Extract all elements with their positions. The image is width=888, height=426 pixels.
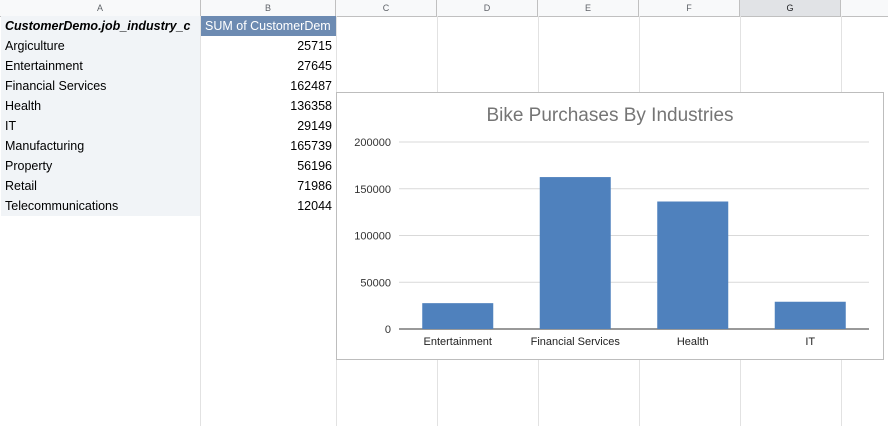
pivot-row-label[interactable]: Manufacturing [1, 136, 200, 156]
pivot-row-value[interactable]: 56196 [201, 156, 336, 176]
pivot-row-value[interactable]: 27645 [201, 56, 336, 76]
y-tick-label: 50000 [360, 277, 391, 289]
x-tick-label: Financial Services [531, 336, 621, 348]
column-header-a[interactable]: A [0, 0, 201, 16]
pivot-row-label[interactable]: Retail [1, 176, 200, 196]
y-tick-label: 150000 [354, 184, 391, 196]
column-header-b[interactable]: B [201, 0, 336, 16]
pivot-row-label[interactable]: Telecommunications [1, 196, 200, 216]
column-header-f[interactable]: F [639, 0, 740, 16]
bar[interactable] [422, 303, 494, 329]
pivot-row-value[interactable]: 136358 [201, 96, 336, 116]
x-tick-label: Entertainment [424, 336, 492, 348]
column-header-c[interactable]: C [336, 0, 437, 16]
pivot-row-label[interactable]: Property [1, 156, 200, 176]
pivot-row-value[interactable]: 25715 [201, 36, 336, 56]
pivot-row-value[interactable]: 29149 [201, 116, 336, 136]
pivot-row-value[interactable]: 162487 [201, 76, 336, 96]
pivot-row-value[interactable]: 165739 [201, 136, 336, 156]
y-tick-label: 100000 [354, 231, 391, 243]
pivot-row-label[interactable]: IT [1, 116, 200, 136]
pivot-row-label[interactable]: Argiculture [1, 36, 200, 56]
bar[interactable] [657, 201, 729, 329]
pivot-row-label[interactable]: Health [1, 96, 200, 116]
column-header-bar: A B C D E F G [0, 0, 888, 17]
pivot-row-value[interactable]: 71986 [201, 176, 336, 196]
y-tick-label: 0 [385, 324, 391, 336]
column-header-g[interactable]: G [740, 0, 841, 16]
pivot-header-sum[interactable]: SUM of CustomerDem [201, 16, 336, 36]
bar[interactable] [539, 177, 611, 329]
chart-plot: 0 50000 100000 150000 200000 Entertainment Fin… [354, 137, 869, 348]
bar-chart[interactable]: Bike Purchases By Industries 0 50000 10000… [336, 92, 884, 360]
pivot-row-label[interactable]: Entertainment [1, 56, 200, 76]
pivot-row-value[interactable]: 12044 [201, 196, 336, 216]
x-tick-label: IT [805, 336, 815, 348]
x-tick-label: Health [677, 336, 709, 348]
column-header-e[interactable]: E [538, 0, 639, 16]
pivot-header-industry[interactable]: CustomerDemo.job_industry_c [1, 16, 200, 36]
pivot-row-label[interactable]: Financial Services [1, 76, 200, 96]
bar[interactable] [774, 301, 846, 329]
y-tick-label: 200000 [354, 137, 391, 149]
column-header-d[interactable]: D [437, 0, 538, 16]
